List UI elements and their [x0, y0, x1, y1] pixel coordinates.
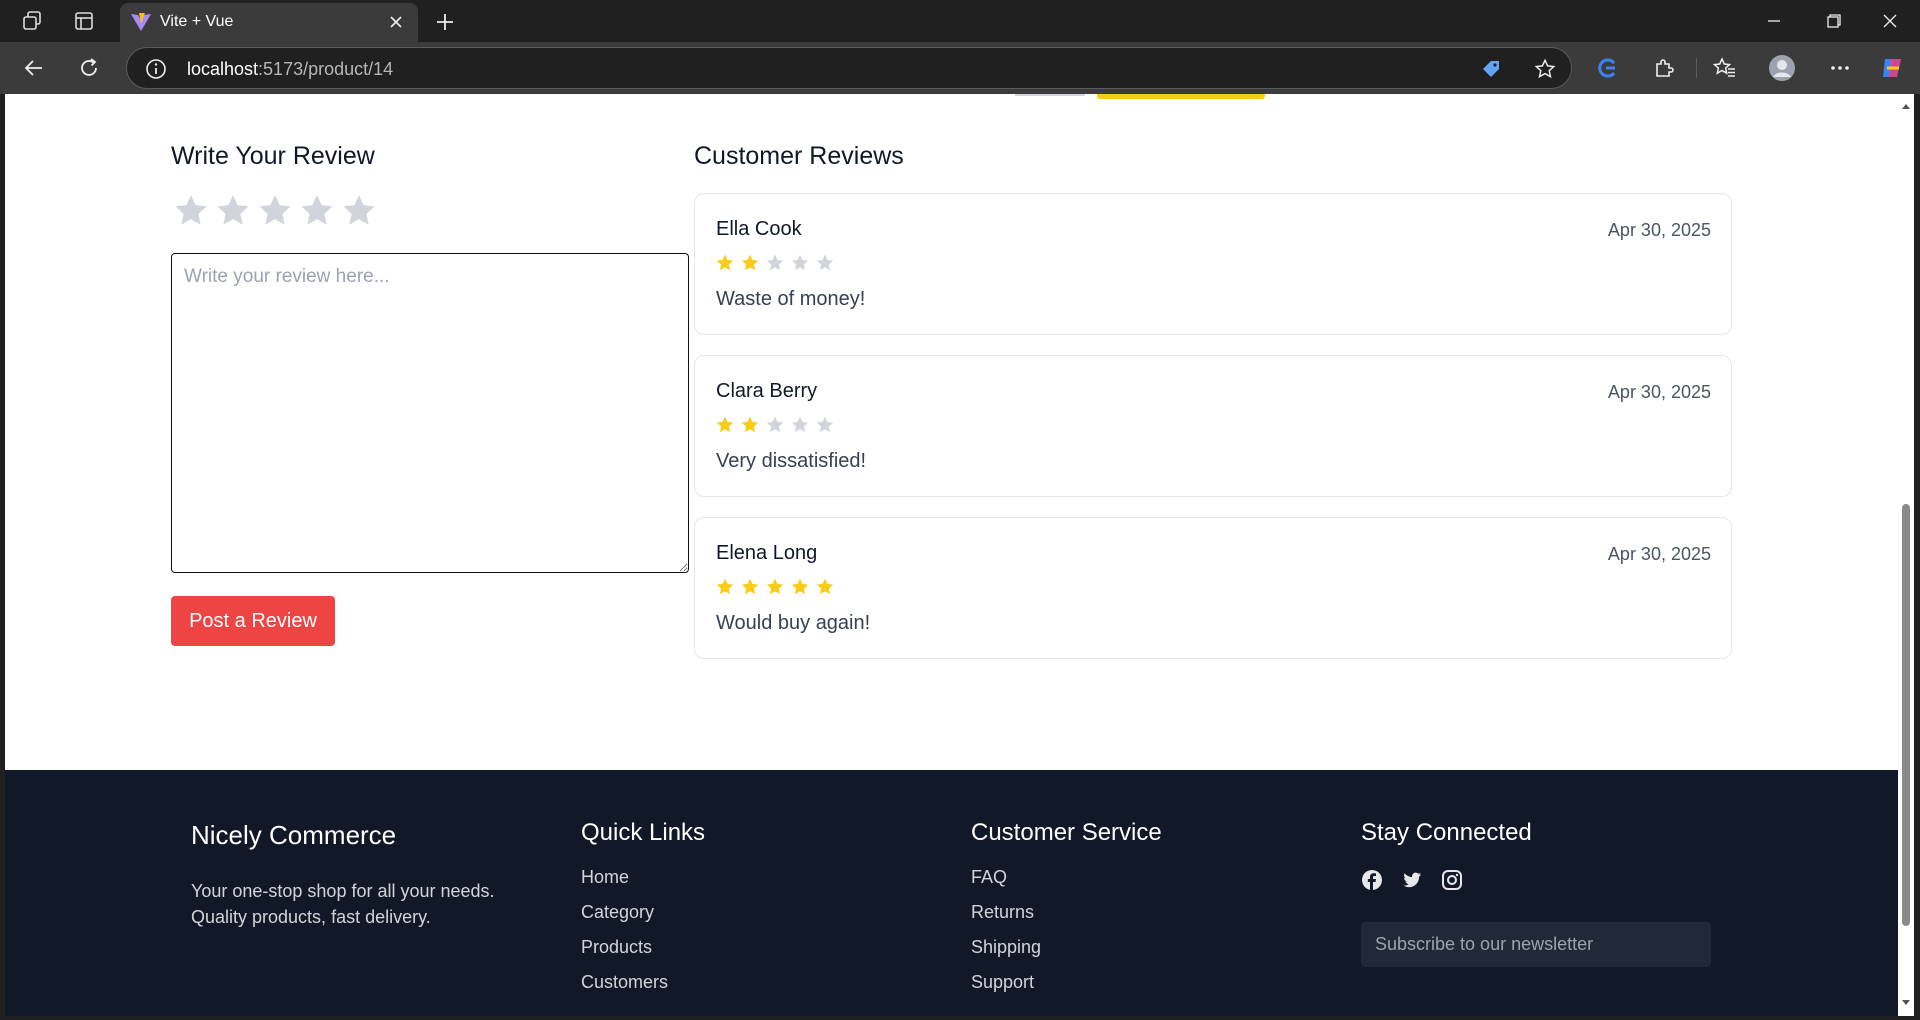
close-tab-icon[interactable] — [384, 10, 408, 34]
extensions-icon[interactable] — [1650, 54, 1678, 82]
minimize-icon[interactable] — [1750, 5, 1798, 37]
reviewer-name: Clara Berry — [716, 380, 818, 402]
star-filled-icon — [791, 578, 809, 595]
star-filled-icon — [816, 578, 834, 595]
back-icon[interactable] — [20, 54, 48, 82]
profile-avatar-icon[interactable] — [1768, 54, 1796, 82]
review-rating — [715, 577, 835, 597]
scrollbar-thumb[interactable] — [1902, 504, 1910, 926]
star-empty-icon — [791, 416, 809, 433]
new-tab-icon[interactable] — [432, 9, 458, 35]
coupon-tag-icon[interactable] — [1479, 57, 1503, 81]
review-comment: Would buy again! — [716, 612, 871, 634]
write-review-title: Write Your Review — [171, 142, 375, 170]
browser-titlebar: Vite + Vue — [0, 0, 1920, 42]
footer-link-returns[interactable]: Returns — [971, 902, 1034, 923]
scroll-up-arrow-icon[interactable] — [1901, 101, 1911, 111]
star-empty-icon — [766, 416, 784, 433]
review-textarea[interactable] — [171, 253, 689, 573]
rating-input[interactable] — [172, 192, 378, 230]
restore-icon[interactable] — [1810, 5, 1858, 37]
footer-link-support[interactable]: Support — [971, 972, 1034, 993]
star-filled-icon — [741, 416, 759, 433]
stay-connected-heading: Stay Connected — [1361, 819, 1532, 846]
address-bar[interactable]: localhost:5173/product/14 — [126, 47, 1572, 89]
customer-reviews-title: Customer Reviews — [694, 142, 904, 170]
review-card: Elena Long Apr 30, 2025 Would buy again! — [694, 517, 1732, 659]
review-date: Apr 30, 2025 — [1607, 544, 1711, 564]
rating-star-icon[interactable] — [298, 192, 336, 230]
twitter-icon[interactable] — [1401, 869, 1423, 891]
more-options-icon[interactable] — [1826, 54, 1854, 82]
scroll-down-arrow-icon[interactable] — [1901, 998, 1911, 1008]
refresh-icon[interactable] — [75, 54, 103, 82]
reviewer-name: Ella Cook — [716, 218, 802, 240]
footer-link-customers[interactable]: Customers — [581, 972, 668, 993]
toolbar-separator — [1696, 58, 1697, 78]
footer-link-shipping[interactable]: Shipping — [971, 937, 1041, 958]
url-text[interactable]: localhost:5173/product/14 — [187, 59, 393, 80]
page-scrollbar[interactable] — [1898, 94, 1914, 1016]
star-filled-icon — [716, 416, 734, 433]
rating-star-icon[interactable] — [256, 192, 294, 230]
star-empty-icon — [791, 254, 809, 271]
star-filled-icon — [741, 254, 759, 271]
site-footer: Nicely Commerce Your one-stop shop for a… — [5, 770, 1898, 1016]
star-empty-icon — [816, 416, 834, 433]
newsletter-input[interactable] — [1361, 922, 1711, 967]
favorites-icon[interactable] — [1711, 54, 1739, 82]
site-info-icon[interactable] — [145, 58, 167, 80]
review-card: Ella Cook Apr 30, 2025 Waste of money! — [694, 193, 1732, 335]
workspaces-icon[interactable] — [20, 9, 44, 33]
footer-link-products[interactable]: Products — [581, 937, 652, 958]
facebook-icon[interactable] — [1361, 869, 1383, 891]
footer-description: Your one-stop shop for all your needs. Q… — [191, 881, 495, 927]
close-window-icon[interactable] — [1866, 5, 1914, 37]
star-filled-icon — [716, 254, 734, 271]
footer-brand: Nicely Commerce — [191, 820, 397, 850]
favorite-star-icon[interactable] — [1533, 57, 1557, 81]
review-rating — [715, 415, 835, 435]
rating-star-icon[interactable] — [340, 192, 378, 230]
page-viewport: Write Your Review Post a Review Customer… — [5, 94, 1898, 1016]
footer-link-faq[interactable]: FAQ — [971, 867, 1007, 888]
customer-service-heading: Customer Service — [971, 819, 1162, 846]
reviewer-name: Elena Long — [716, 542, 818, 564]
star-empty-icon — [766, 254, 784, 271]
url-host: localhost — [187, 59, 259, 79]
star-filled-icon — [766, 578, 784, 595]
review-date: Apr 30, 2025 — [1607, 382, 1711, 402]
copilot-icon[interactable] — [1878, 54, 1906, 82]
tab-active[interactable]: Vite + Vue — [120, 3, 418, 42]
footer-link-category[interactable]: Category — [581, 902, 654, 923]
instagram-icon[interactable] — [1441, 869, 1463, 891]
edge-copilot-swirl-icon[interactable] — [1594, 54, 1622, 82]
star-filled-icon — [716, 578, 734, 595]
star-filled-icon — [741, 578, 759, 595]
tab-actions-icon[interactable] — [72, 9, 96, 33]
star-empty-icon — [816, 254, 834, 271]
review-comment: Very dissatisfied! — [716, 450, 867, 472]
review-date: Apr 30, 2025 — [1607, 220, 1711, 240]
post-review-button[interactable]: Post a Review — [171, 596, 335, 646]
tab-title: Vite + Vue — [160, 13, 234, 30]
browser-navbar: localhost:5173/product/14 — [0, 42, 1920, 94]
url-path: :5173/product/14 — [258, 59, 394, 79]
review-card: Clara Berry Apr 30, 2025 Very dissatisfi… — [694, 355, 1732, 497]
review-comment: Waste of money! — [716, 288, 866, 310]
product-tab-active-indicator — [1097, 94, 1265, 99]
rating-star-icon[interactable] — [214, 192, 252, 230]
vite-favicon-icon — [130, 12, 152, 32]
review-rating — [715, 253, 835, 273]
rating-star-icon[interactable] — [172, 192, 210, 230]
product-tab-edge — [1015, 94, 1085, 96]
quick-links-heading: Quick Links — [581, 819, 706, 846]
footer-link-home[interactable]: Home — [581, 867, 629, 888]
